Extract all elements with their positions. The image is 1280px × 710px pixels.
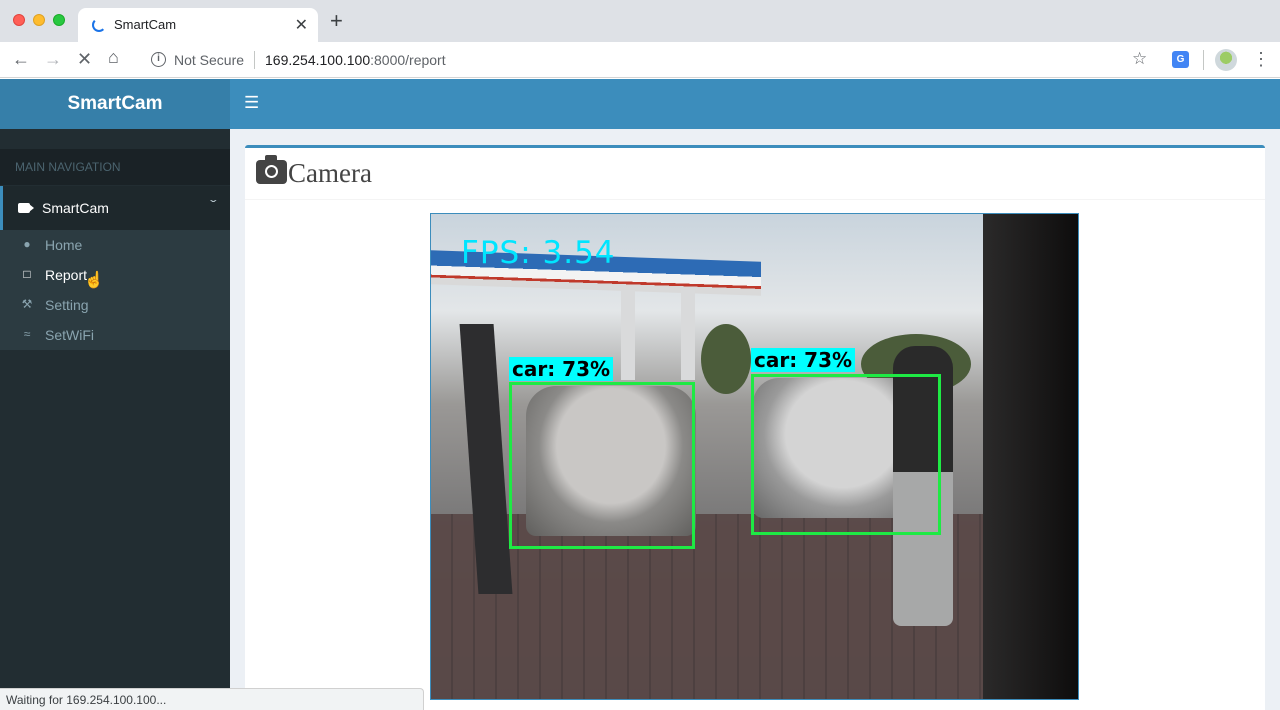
sidebar-item-setwifi[interactable]: ≈ SetWiFi (0, 320, 230, 350)
camera-icon (256, 155, 287, 184)
camera-box: Camera FPS: 3.54 car: 73% car: 73% (245, 145, 1265, 710)
user-icon: ● (23, 237, 31, 251)
detection-label: car: 73% (751, 348, 856, 372)
sidebar-toggle-icon[interactable]: ☰ (244, 93, 259, 113)
info-icon[interactable]: i (151, 52, 166, 67)
fps-overlay: FPS: 3.54 (461, 235, 616, 271)
sidebar-submenu: ● Home □ Report ⚒ Setting ≈ SetWiFi (0, 230, 230, 350)
home-icon[interactable]: ⌂ (108, 47, 119, 67)
sidebar-item-setting[interactable]: ⚒ Setting (0, 290, 230, 320)
box-title: Camera (288, 158, 372, 188)
status-bubble: Waiting for 169.254.100.100... (0, 688, 424, 710)
security-label[interactable]: Not Secure (174, 52, 244, 68)
browser-tab-bar: SmartCam ✕ + (0, 0, 1280, 42)
top-navbar: ☰ (230, 79, 1280, 129)
sidebar-item-home[interactable]: ● Home (0, 230, 230, 260)
hand-cursor-icon: ☝ (84, 272, 104, 289)
sidebar-item-report[interactable]: □ Report (0, 260, 230, 290)
back-arrow-icon[interactable]: ← (12, 49, 30, 69)
toolbar-divider (1203, 50, 1204, 70)
address-bar[interactable]: i Not Secure 169.254.100.100:8000/report (140, 46, 1160, 74)
browser-toolbar: ← → ✕ ⌂ i Not Secure 169.254.100.100:800… (0, 42, 1280, 78)
background-tree (701, 324, 751, 394)
detection-box (751, 374, 941, 535)
sidebar-tree-smartcam[interactable]: SmartCam ˇ (0, 186, 230, 230)
tab-close-icon[interactable]: ✕ (295, 15, 308, 35)
detection-label: car: 73% (509, 357, 614, 381)
sidebar-item-label: Home (45, 237, 83, 253)
camera-feed: FPS: 3.54 car: 73% car: 73% (430, 213, 1079, 700)
video-camera-icon (18, 203, 34, 213)
main-content: Camera FPS: 3.54 car: 73% car: 73% (230, 129, 1280, 710)
sidebar-header: MAIN NAVIGATION (0, 149, 230, 185)
tab-title: SmartCam (114, 17, 177, 32)
wifi-icon: ≈ (23, 327, 31, 341)
minimize-window-button[interactable] (33, 14, 45, 26)
sidebar-item-label: Setting (45, 297, 89, 313)
zoom-window-button[interactable] (53, 14, 65, 26)
browser-menu-icon[interactable]: ⋮ (1252, 49, 1270, 69)
sidebar-tree-label: SmartCam (42, 200, 109, 216)
chevron-down-icon: ˇ (210, 197, 217, 213)
bookmark-star-icon[interactable]: ☆ (1132, 49, 1147, 69)
bookmark-icon: □ (23, 267, 31, 281)
door-frame (983, 214, 1078, 699)
address-divider (254, 51, 255, 69)
translate-icon[interactable]: G (1172, 51, 1189, 68)
canopy-pillar (621, 290, 635, 380)
sidebar: MAIN NAVIGATION SmartCam ˇ ● Home □ Repo… (0, 129, 230, 710)
app-root: SmartCam ☰ MAIN NAVIGATION SmartCam ˇ ● … (0, 79, 1280, 710)
stop-loading-icon[interactable]: ✕ (77, 49, 92, 69)
url-host: 169.254.100.100 (265, 52, 371, 68)
sidebar-item-label: SetWiFi (45, 327, 94, 343)
url-text[interactable]: 169.254.100.100:8000/report (265, 52, 446, 68)
profile-avatar-icon[interactable] (1215, 49, 1237, 71)
sidebar-item-label: Report (45, 267, 88, 283)
close-window-button[interactable] (13, 14, 25, 26)
loading-spinner-icon (92, 18, 106, 32)
url-path: :8000/report (370, 52, 446, 68)
browser-tab[interactable]: SmartCam ✕ (78, 8, 318, 42)
forward-arrow-icon[interactable]: → (44, 49, 62, 69)
new-tab-button[interactable]: + (330, 10, 343, 32)
detection-box (509, 382, 695, 549)
wrench-icon: ⚒ (21, 297, 33, 311)
canopy-pillar (681, 290, 695, 380)
app-logo[interactable]: SmartCam (0, 79, 230, 129)
camera-box-header: Camera (245, 148, 1265, 200)
